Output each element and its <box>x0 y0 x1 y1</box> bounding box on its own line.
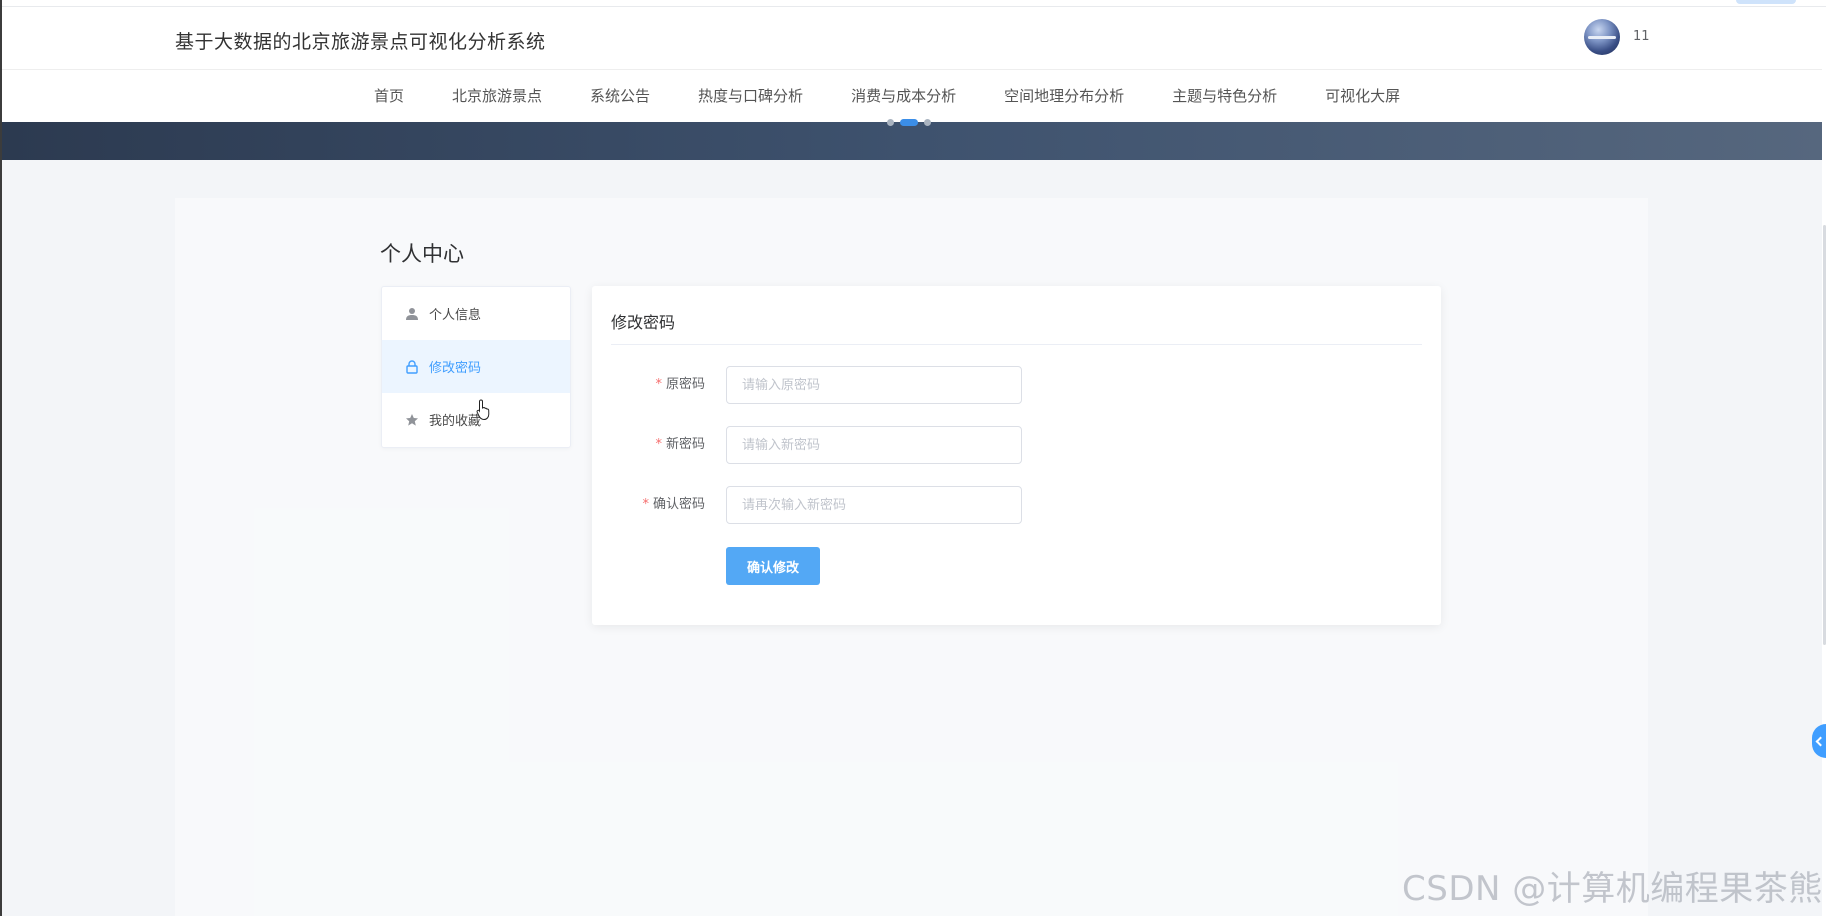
site-header: 基于大数据的北京旅游景点可视化分析系统 11 <box>2 7 1822 70</box>
user-avatar[interactable] <box>1584 19 1620 55</box>
page-title: 个人中心 <box>380 242 464 266</box>
new-password-input[interactable] <box>726 426 1022 464</box>
chevron-left-icon <box>1815 736 1826 746</box>
form-row-old-password: * 原密码 <box>592 366 1441 404</box>
confirm-password-label-text: 确认密码 <box>652 497 705 512</box>
carousel-dot[interactable] <box>924 119 931 126</box>
confirm-password-label: * 确认密码 <box>642 486 705 524</box>
top-edge-tab <box>1736 0 1796 4</box>
old-password-label: * 原密码 <box>655 366 705 404</box>
star-icon <box>405 413 419 427</box>
form-divider <box>611 344 1422 345</box>
form-row-new-password: * 新密码 <box>592 426 1441 464</box>
change-password-card: 修改密码 * 原密码 * 新密码 * 确认密码 确认修改 <box>592 286 1441 625</box>
user-icon <box>405 307 419 321</box>
banner-carousel <box>2 119 1822 160</box>
old-password-input[interactable] <box>726 366 1022 404</box>
browser-viewport: 基于大数据的北京旅游景点可视化分析系统 11 首页 北京旅游景点 系统公告 热度… <box>0 0 1826 916</box>
carousel-dot[interactable] <box>887 119 894 126</box>
menu-item-change-password[interactable]: 修改密码 <box>382 340 570 393</box>
confirm-password-input[interactable] <box>726 486 1022 524</box>
nav-item-attractions[interactable]: 北京旅游景点 <box>452 70 542 122</box>
new-password-label: * 新密码 <box>655 426 705 464</box>
carousel-dot-active[interactable] <box>900 119 918 126</box>
form-row-confirm-password: * 确认密码 <box>592 486 1441 524</box>
nav-item-announcements[interactable]: 系统公告 <box>590 70 650 122</box>
menu-item-label: 个人信息 <box>429 308 482 323</box>
required-mark: * <box>655 437 662 452</box>
nav-item-popularity-analysis[interactable]: 热度与口碑分析 <box>698 70 803 122</box>
nav-item-geo-analysis[interactable]: 空间地理分布分析 <box>1004 70 1124 122</box>
old-password-label-text: 原密码 <box>665 377 705 392</box>
lock-icon <box>405 359 419 374</box>
site-title[interactable]: 基于大数据的北京旅游景点可视化分析系统 <box>175 27 546 54</box>
nav-item-dashboard[interactable]: 可视化大屏 <box>1325 70 1400 122</box>
top-edge <box>0 0 1826 7</box>
required-mark: * <box>655 377 662 392</box>
username[interactable]: 11 <box>1633 29 1650 44</box>
new-password-label-text: 新密码 <box>665 437 705 452</box>
nav-list: 首页 北京旅游景点 系统公告 热度与口碑分析 消费与成本分析 空间地理分布分析 … <box>374 70 1448 122</box>
nav-item-cost-analysis[interactable]: 消费与成本分析 <box>851 70 956 122</box>
menu-item-label: 我的收藏 <box>429 414 482 429</box>
hand-cursor-icon <box>476 399 490 421</box>
main-nav: 首页 北京旅游景点 系统公告 热度与口碑分析 消费与成本分析 空间地理分布分析 … <box>2 70 1822 122</box>
menu-item-profile-info[interactable]: 个人信息 <box>382 287 570 340</box>
nav-item-theme-analysis[interactable]: 主题与特色分析 <box>1172 70 1277 122</box>
confirm-change-button[interactable]: 确认修改 <box>726 547 820 585</box>
nav-item-home[interactable]: 首页 <box>374 70 404 122</box>
side-collapse-tab[interactable] <box>1812 724 1826 758</box>
form-title: 修改密码 <box>611 313 676 332</box>
watermark: CSDN @计算机编程果茶熊 <box>1402 869 1823 909</box>
carousel-indicators <box>887 119 931 126</box>
required-mark: * <box>642 497 649 512</box>
menu-item-label: 修改密码 <box>429 361 482 376</box>
profile-side-menu: 个人信息 修改密码 我的收藏 <box>381 286 571 448</box>
